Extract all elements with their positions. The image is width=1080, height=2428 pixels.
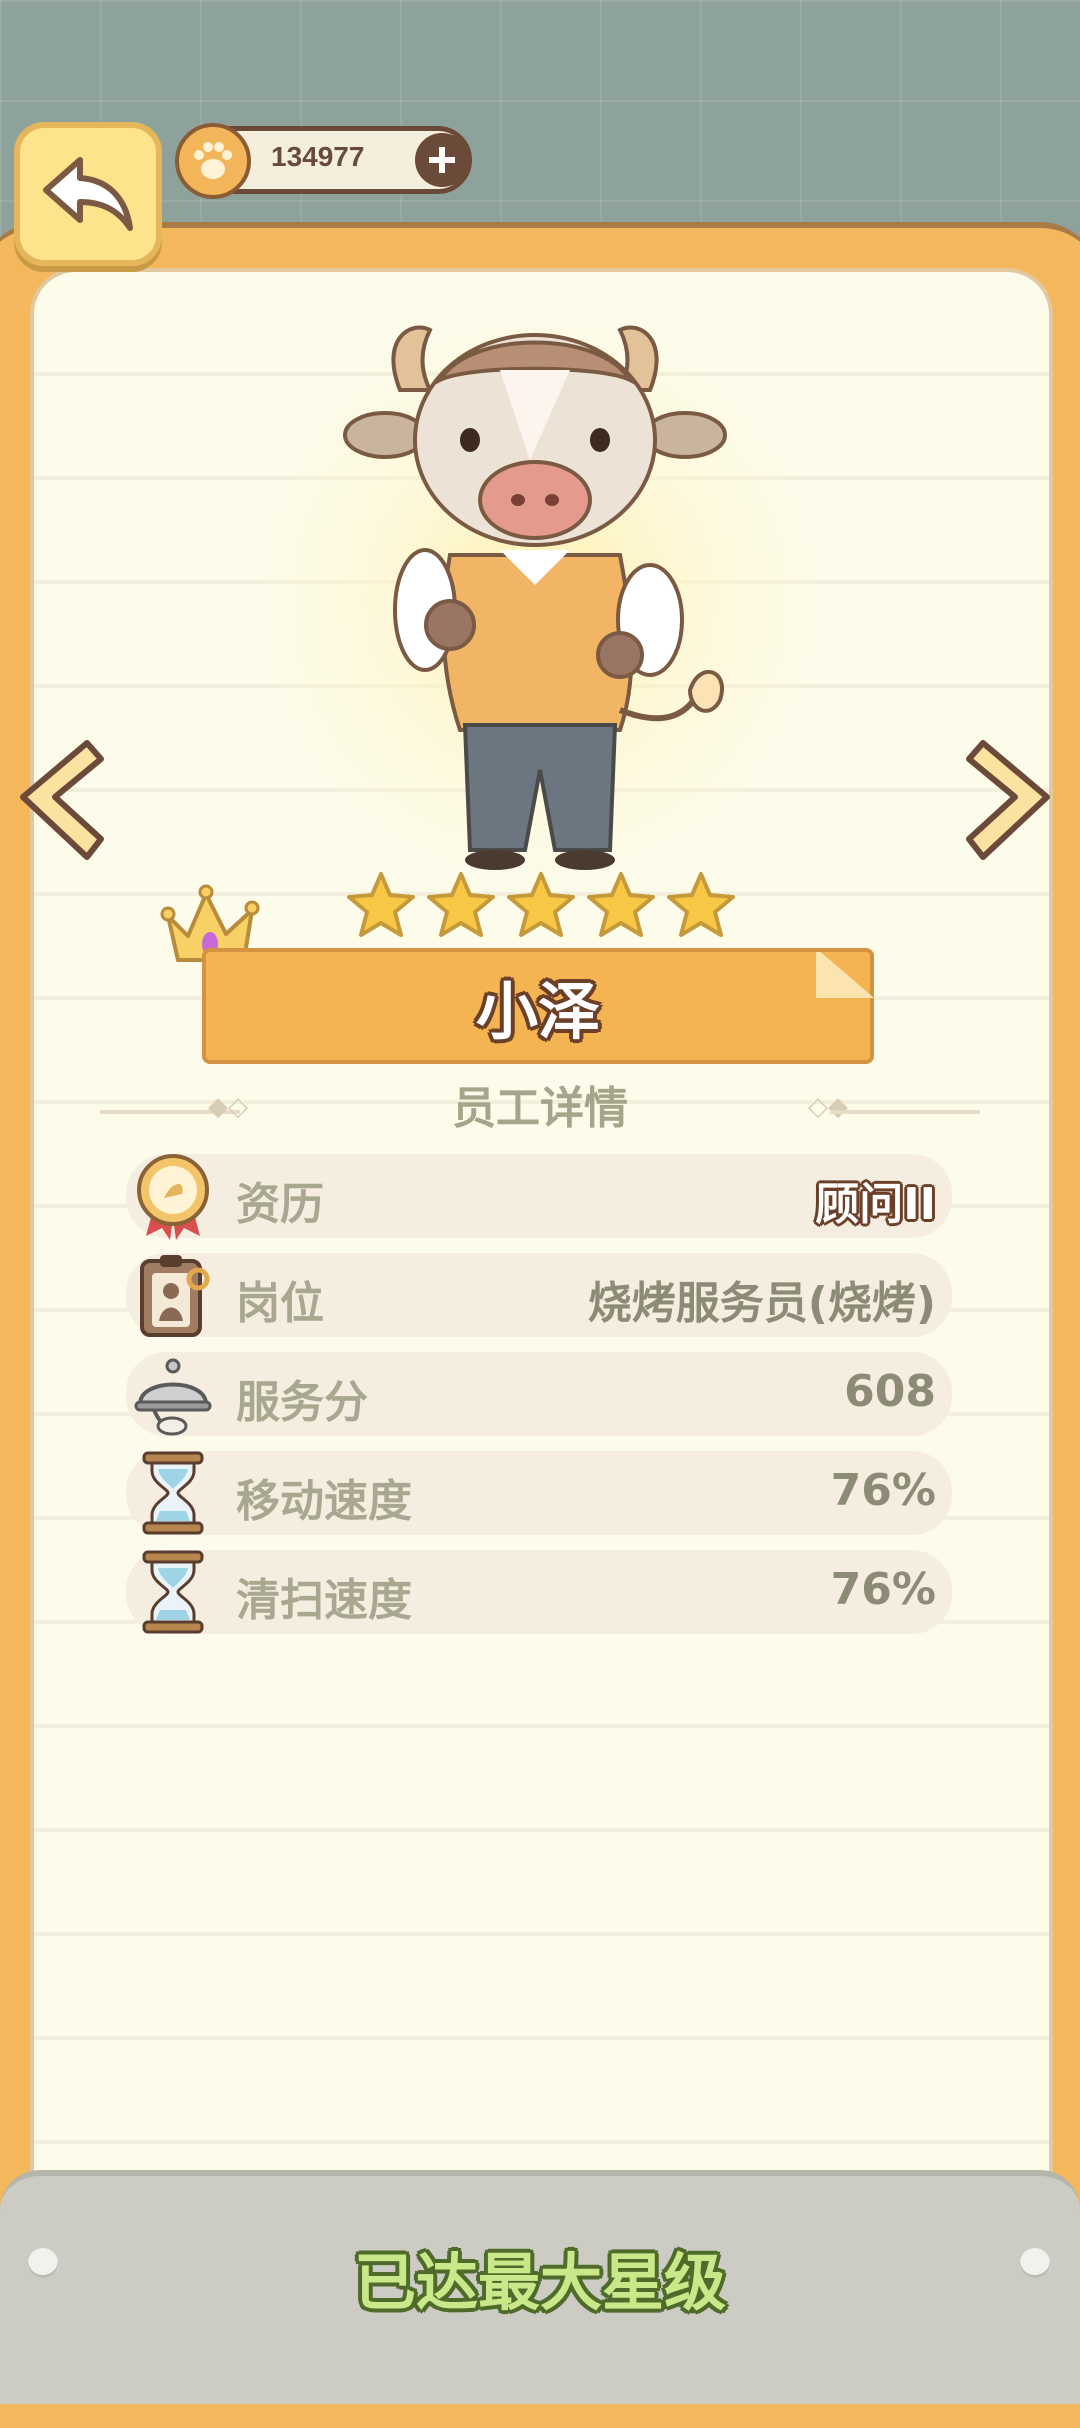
stat-label: 服务分 <box>236 1377 368 1428</box>
tiled-background <box>0 0 1080 260</box>
clipboard-icon <box>140 1255 210 1337</box>
back-button[interactable] <box>14 122 162 266</box>
employee-name: 小泽 <box>475 975 600 1048</box>
stat-row-move-speed: 移动速度 76% <box>126 1451 952 1535</box>
currency-amount: 134977 <box>271 141 365 172</box>
add-currency-button[interactable] <box>415 133 469 187</box>
stat-row-position: 岗位 烧烤服务员(烧烤) <box>126 1253 952 1337</box>
chevron-left-icon <box>20 740 104 860</box>
next-employee-button[interactable] <box>956 730 1066 870</box>
divider-right <box>830 1110 980 1114</box>
star-icon <box>667 872 735 937</box>
chevron-right-icon <box>966 740 1050 860</box>
stat-value: 76% <box>830 1465 936 1516</box>
section-title: 员工详情 <box>452 1083 628 1134</box>
hourglass-icon <box>142 1550 204 1634</box>
star-rating <box>346 870 736 940</box>
hourglass-icon <box>142 1451 204 1535</box>
stat-value: 顾问II <box>815 1179 936 1230</box>
currency-bar: 134977 <box>175 123 472 199</box>
stat-label: 岗位 <box>236 1278 324 1329</box>
medal-icon <box>137 1154 209 1240</box>
star-icon <box>347 872 415 937</box>
paw-coin-icon <box>175 123 251 199</box>
cloche-icon <box>134 1358 212 1436</box>
star-icon <box>507 872 575 937</box>
previous-employee-button[interactable] <box>4 730 114 870</box>
stat-row-seniority: 资历 顾问II <box>126 1154 952 1240</box>
bottom-panel: 已达最大星级 <box>0 2170 1080 2404</box>
diamond-ornament-right: ◇◆ <box>808 1092 848 1122</box>
star-icon <box>427 872 495 937</box>
banner-fold <box>816 948 874 998</box>
back-arrow-icon <box>43 157 133 231</box>
name-banner: 小泽 <box>202 948 874 1064</box>
stat-value: 烧烤服务员(烧烤) <box>587 1278 936 1329</box>
plus-icon <box>429 147 455 173</box>
stat-row-clean-speed: 清扫速度 76% <box>126 1550 952 1634</box>
stat-label: 清扫速度 <box>236 1575 412 1626</box>
stat-value: 608 <box>844 1366 936 1417</box>
stat-value: 76% <box>830 1564 936 1615</box>
stat-row-service-score: 服务分 608 <box>126 1352 952 1436</box>
star-icon <box>587 872 655 937</box>
stat-label: 移动速度 <box>236 1476 412 1527</box>
stat-label: 资历 <box>236 1179 324 1230</box>
cow-character-image <box>343 325 727 870</box>
max-star-status: 已达最大星级 <box>353 2246 726 2319</box>
